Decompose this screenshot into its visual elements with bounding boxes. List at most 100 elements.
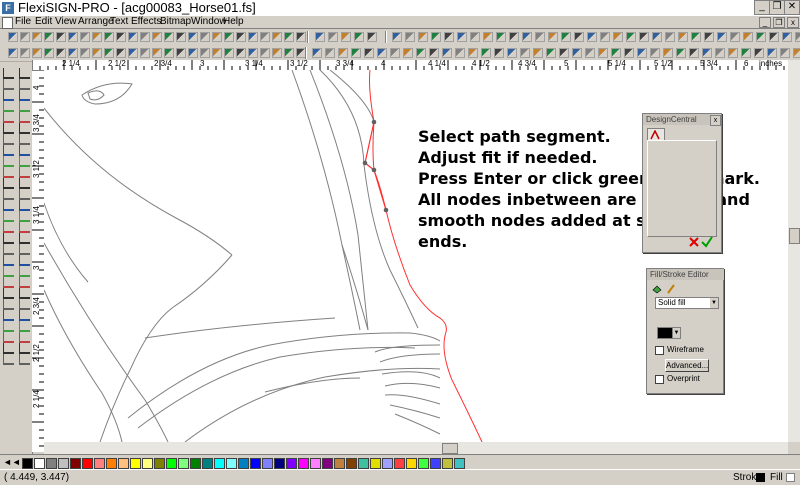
- arrange-tool-icon[interactable]: [164, 48, 174, 58]
- color-swatch[interactable]: [58, 458, 69, 469]
- layout-tool-icon[interactable]: [507, 48, 517, 58]
- layout-tool-icon[interactable]: [390, 48, 400, 58]
- menu-help[interactable]: Help: [223, 16, 244, 28]
- layout-tool-icon[interactable]: [559, 48, 569, 58]
- layout-tool-icon[interactable]: [702, 48, 712, 58]
- arrange-tool-icon[interactable]: [116, 48, 126, 58]
- align-tool-icon[interactable]: [444, 32, 454, 42]
- tool-icon[interactable]: [19, 211, 30, 222]
- color-swatch[interactable]: [442, 458, 453, 469]
- menu-text[interactable]: Text: [110, 16, 128, 28]
- layout-tool-icon[interactable]: [780, 48, 790, 58]
- align-tool-icon[interactable]: [548, 32, 558, 42]
- color-swatch[interactable]: [118, 458, 129, 469]
- horizontal-scrollbar[interactable]: [44, 442, 788, 454]
- tool-icon[interactable]: [3, 233, 14, 244]
- arrange-tool-icon[interactable]: [200, 48, 210, 58]
- color-swatch[interactable]: [334, 458, 345, 469]
- align-tool-icon[interactable]: [704, 32, 714, 42]
- arrange-tool-icon[interactable]: [260, 48, 270, 58]
- overprint-checkbox[interactable]: [655, 375, 664, 384]
- align-tool-icon[interactable]: [392, 32, 402, 42]
- color-swatch[interactable]: [46, 458, 57, 469]
- toolbar-tool-icon[interactable]: [236, 32, 246, 42]
- arrange-tool-icon[interactable]: [188, 48, 198, 58]
- align-tool-icon[interactable]: [470, 32, 480, 42]
- color-swatch[interactable]: [82, 458, 93, 469]
- tool-icon[interactable]: [3, 211, 14, 222]
- vertical-scroll-thumb[interactable]: [789, 228, 800, 244]
- color-swatch[interactable]: [358, 458, 369, 469]
- align-tool-icon[interactable]: [405, 32, 415, 42]
- color-swatch[interactable]: [190, 458, 201, 469]
- color-swatch[interactable]: [178, 458, 189, 469]
- tool-icon[interactable]: [3, 189, 14, 200]
- align-tool-icon[interactable]: [756, 32, 766, 42]
- layout-tool-icon[interactable]: [494, 48, 504, 58]
- layout-tool-icon[interactable]: [728, 48, 738, 58]
- arrange-tool-icon[interactable]: [92, 48, 102, 58]
- path-node[interactable]: [383, 207, 389, 213]
- tool-icon[interactable]: [3, 200, 14, 211]
- color-dropdown-icon[interactable]: ▼: [672, 327, 681, 339]
- align-tool-icon[interactable]: [574, 32, 584, 42]
- tool-icon[interactable]: [3, 310, 14, 321]
- arrange-tool-icon[interactable]: [140, 48, 150, 58]
- toolbar-tool-icon[interactable]: [128, 32, 138, 42]
- menu-effects[interactable]: Effects: [131, 16, 161, 28]
- arrange-tool-icon[interactable]: [104, 48, 114, 58]
- color-swatch[interactable]: [298, 458, 309, 469]
- color-swatch[interactable]: [322, 458, 333, 469]
- toolbar-tool-icon[interactable]: [164, 32, 174, 42]
- toolbar-tool-icon[interactable]: [68, 32, 78, 42]
- align-tool-icon[interactable]: [639, 32, 649, 42]
- align-tool-icon[interactable]: [509, 32, 519, 42]
- palette-scroll-left-icon[interactable]: ◄◄: [3, 457, 21, 467]
- arrange-tool-icon[interactable]: [224, 48, 234, 58]
- layout-tool-icon[interactable]: [663, 48, 673, 58]
- tool-icon[interactable]: [19, 354, 30, 365]
- layout-tool-icon[interactable]: [533, 48, 543, 58]
- tool-icon[interactable]: [19, 222, 30, 233]
- layout-tool-icon[interactable]: [650, 48, 660, 58]
- arrange-tool-icon[interactable]: [128, 48, 138, 58]
- tool-icon[interactable]: [19, 299, 30, 310]
- tool-icon[interactable]: [19, 167, 30, 178]
- shape-tool-icon[interactable]: [367, 32, 377, 42]
- tool-icon[interactable]: [3, 68, 14, 79]
- layout-tool-icon[interactable]: [520, 48, 530, 58]
- restore-button[interactable]: ❐: [769, 0, 785, 15]
- arrange-tool-icon[interactable]: [248, 48, 258, 58]
- color-swatch[interactable]: [214, 458, 225, 469]
- tool-icon[interactable]: [19, 200, 30, 211]
- layout-tool-icon[interactable]: [715, 48, 725, 58]
- tool-icon[interactable]: [3, 134, 14, 145]
- arrange-tool-icon[interactable]: [32, 48, 42, 58]
- layout-tool-icon[interactable]: [624, 48, 634, 58]
- align-tool-icon[interactable]: [652, 32, 662, 42]
- tool-icon[interactable]: [3, 167, 14, 178]
- wireframe-checkbox[interactable]: [655, 346, 664, 355]
- align-tool-icon[interactable]: [418, 32, 428, 42]
- align-tool-icon[interactable]: [561, 32, 571, 42]
- toolbar-tool-icon[interactable]: [272, 32, 282, 42]
- mdi-minimize-button[interactable]: _: [759, 17, 771, 28]
- design-central-close[interactable]: x: [710, 115, 721, 126]
- shape-tool-icon[interactable]: [315, 32, 325, 42]
- tool-icon[interactable]: [19, 255, 30, 266]
- tool-icon[interactable]: [19, 343, 30, 354]
- tool-icon[interactable]: [19, 156, 30, 167]
- arrange-tool-icon[interactable]: [8, 48, 18, 58]
- path-node[interactable]: [371, 167, 377, 173]
- align-tool-icon[interactable]: [535, 32, 545, 42]
- layout-tool-icon[interactable]: [546, 48, 556, 58]
- color-swatch[interactable]: [70, 458, 81, 469]
- toolbar-tool-icon[interactable]: [152, 32, 162, 42]
- color-swatch[interactable]: [286, 458, 297, 469]
- align-tool-icon[interactable]: [730, 32, 740, 42]
- tool-icon[interactable]: [19, 90, 30, 101]
- toolbar-tool-icon[interactable]: [284, 32, 294, 42]
- toolbar-tool-icon[interactable]: [8, 32, 18, 42]
- color-swatch[interactable]: [274, 458, 285, 469]
- advanced-button[interactable]: Advanced...: [665, 359, 709, 372]
